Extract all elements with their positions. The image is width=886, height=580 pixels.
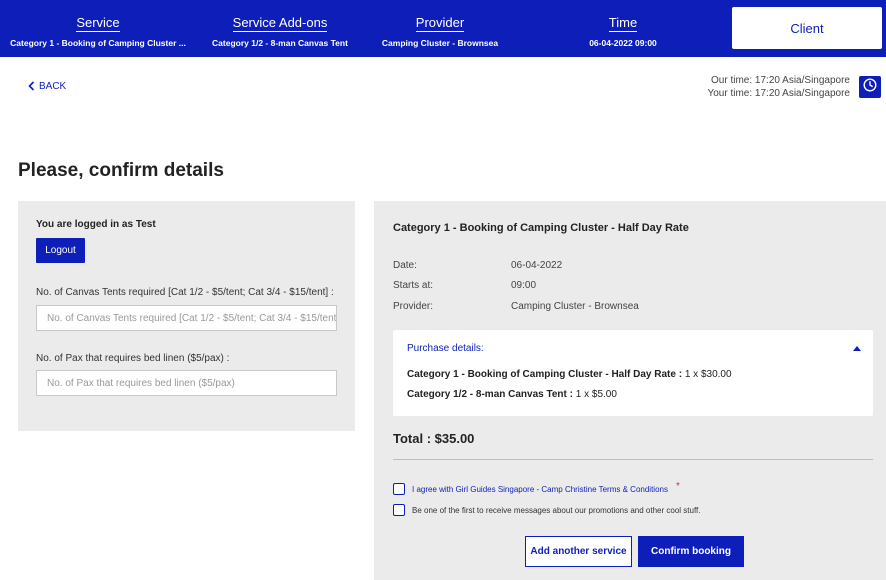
step-service-title: Service — [76, 15, 120, 32]
starts-at-label: Starts at: — [393, 280, 434, 291]
promo-label: Be one of the first to receive messages … — [412, 505, 701, 515]
step-client-title: Client — [790, 21, 824, 36]
booking-steps-bar: Service Category 1 - Booking of Camping … — [0, 0, 886, 57]
step-provider-title: Provider — [415, 15, 465, 32]
date-value: 06-04-2022 — [511, 260, 563, 271]
bed-linen-label: No. of Pax that requires bed linen ($5/p… — [36, 353, 230, 364]
service-title: Category 1 - Booking of Camping Cluster … — [393, 222, 689, 234]
step-service-addons[interactable]: Service Add-ons Category 1/2 - 8-man Can… — [196, 0, 364, 57]
required-mark: * — [675, 480, 680, 492]
step-provider-value: Camping Cluster - Brownsea — [381, 38, 499, 48]
step-time-value: 06-04-2022 09:00 — [589, 38, 657, 48]
client-panel: You are logged in as Test Logout No. of … — [18, 201, 355, 431]
divider — [393, 459, 873, 460]
purchase-item-price: 1 x $30.00 — [684, 369, 732, 380]
purchase-details-box: Purchase details: Category 1 - Booking o… — [393, 330, 873, 416]
timezone-button[interactable] — [859, 76, 881, 98]
canvas-tents-label: No. of Canvas Tents required [Cat 1/2 - … — [36, 287, 334, 298]
terms-link[interactable]: I agree with Girl Guides Singapore - Cam… — [412, 485, 668, 494]
purchase-details-toggle[interactable]: Purchase details: — [407, 343, 484, 354]
your-time: Your time: 17:20 Asia/Singapore — [707, 88, 850, 99]
promo-row: Be one of the first to receive messages … — [393, 504, 700, 516]
back-link[interactable]: BACK — [28, 81, 66, 92]
step-client[interactable]: Client — [732, 7, 882, 49]
step-addons-value: Category 1/2 - 8-man Canvas Tent — [212, 38, 348, 48]
promo-checkbox[interactable] — [393, 504, 405, 516]
step-service-value: Category 1 - Booking of Camping Cluster … — [10, 38, 186, 48]
page-title: Please, confirm details — [18, 160, 224, 181]
starts-at-value: 09:00 — [511, 280, 537, 291]
terms-row: I agree with Girl Guides Singapore - Cam… — [393, 480, 680, 495]
purchase-item: Category 1 - Booking of Camping Cluster … — [407, 369, 732, 380]
bed-linen-input[interactable]: No. of Pax that requires bed linen ($5/p… — [36, 370, 337, 396]
clock-icon — [863, 77, 877, 97]
step-service[interactable]: Service Category 1 - Booking of Camping … — [0, 0, 196, 57]
step-time[interactable]: Time 06-04-2022 09:00 — [516, 0, 730, 57]
purchase-item-price: 1 x $5.00 — [575, 389, 617, 400]
add-another-service-button[interactable]: Add another service — [525, 536, 632, 567]
step-provider[interactable]: Provider Camping Cluster - Brownsea — [364, 0, 516, 57]
terms-checkbox[interactable] — [393, 483, 405, 495]
timezone-info: Our time: 17:20 Asia/Singapore Your time… — [707, 74, 850, 100]
purchase-item-name: Category 1/2 - 8-man Canvas Tent : — [407, 389, 573, 400]
provider-value: Camping Cluster - Brownsea — [511, 301, 639, 312]
logged-in-text: You are logged in as Test — [36, 219, 156, 230]
caret-up-icon[interactable] — [853, 346, 861, 351]
back-label: BACK — [39, 81, 67, 92]
step-addons-title: Service Add-ons — [232, 15, 328, 32]
provider-label: Provider: — [393, 301, 434, 312]
step-time-title: Time — [608, 15, 638, 32]
date-label: Date: — [393, 260, 417, 271]
chevron-left-icon — [28, 81, 35, 92]
confirm-booking-button[interactable]: Confirm booking — [638, 536, 744, 567]
booking-summary-panel: Category 1 - Booking of Camping Cluster … — [374, 201, 886, 580]
total-amount: Total : $35.00 — [393, 431, 475, 446]
purchase-item-name: Category 1 - Booking of Camping Cluster … — [407, 369, 683, 380]
our-time: Our time: 17:20 Asia/Singapore — [711, 75, 850, 86]
canvas-tents-input[interactable]: No. of Canvas Tents required [Cat 1/2 - … — [36, 305, 337, 331]
purchase-item: Category 1/2 - 8-man Canvas Tent : 1 x $… — [407, 389, 617, 400]
logout-button[interactable]: Logout — [36, 238, 85, 263]
